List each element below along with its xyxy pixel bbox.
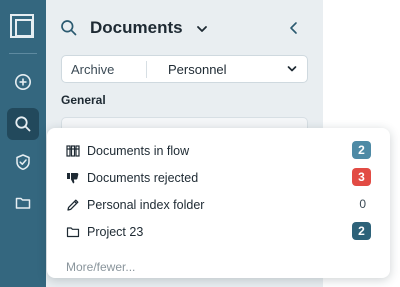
panel-title[interactable]: Documents	[90, 18, 183, 38]
chevron-down-icon	[287, 66, 297, 72]
pencil-icon	[67, 199, 79, 211]
shield-icon	[16, 154, 30, 171]
count-value: 0	[359, 197, 366, 211]
folder-icon	[66, 227, 80, 238]
plus-circle-icon	[15, 74, 31, 90]
menu-item-documents-rejected[interactable]: Documents rejected 3	[47, 165, 390, 192]
saved-searches-menu: Documents in flow 2 Documents rejected 3…	[47, 128, 390, 278]
search-icon[interactable]	[60, 19, 78, 37]
menu-item-personal-index-folder[interactable]: Personal index folder 0	[47, 192, 390, 219]
search-nav-button[interactable]	[7, 108, 39, 140]
binder-icon	[66, 145, 80, 157]
menu-item-label: Documents rejected	[87, 171, 199, 185]
left-nav-rail	[0, 0, 46, 287]
count-badge: 2	[352, 222, 371, 240]
add-button[interactable]	[7, 66, 39, 98]
chevron-down-icon[interactable]	[195, 22, 209, 36]
filter-value: Personnel	[168, 62, 227, 77]
count-badge: 3	[352, 168, 371, 186]
menu-item-project-23[interactable]: Project 23 2	[47, 219, 390, 246]
thumbs-down-icon	[67, 173, 79, 184]
folders-nav-button[interactable]	[7, 187, 39, 219]
chevron-left-icon[interactable]	[286, 20, 302, 36]
filter-divider	[146, 61, 147, 78]
menu-item-label: Project 23	[87, 225, 144, 239]
more-fewer-link[interactable]: More/fewer...	[66, 260, 135, 274]
filter-label: Archive	[71, 62, 115, 77]
count-badge: 2	[352, 141, 371, 159]
folder-icon	[15, 197, 31, 209]
panel-header: Documents	[46, 0, 323, 56]
archive-select[interactable]: Archive Personnel	[61, 55, 308, 83]
menu-item-label: Personal index folder	[87, 198, 205, 212]
search-icon	[15, 116, 31, 132]
security-nav-button[interactable]	[7, 146, 39, 178]
logo-icon[interactable]	[10, 14, 34, 38]
section-label: General	[61, 93, 106, 107]
menu-item-documents-in-flow[interactable]: Documents in flow 2	[47, 138, 390, 165]
rail-divider	[9, 53, 37, 54]
menu-item-label: Documents in flow	[87, 144, 190, 158]
